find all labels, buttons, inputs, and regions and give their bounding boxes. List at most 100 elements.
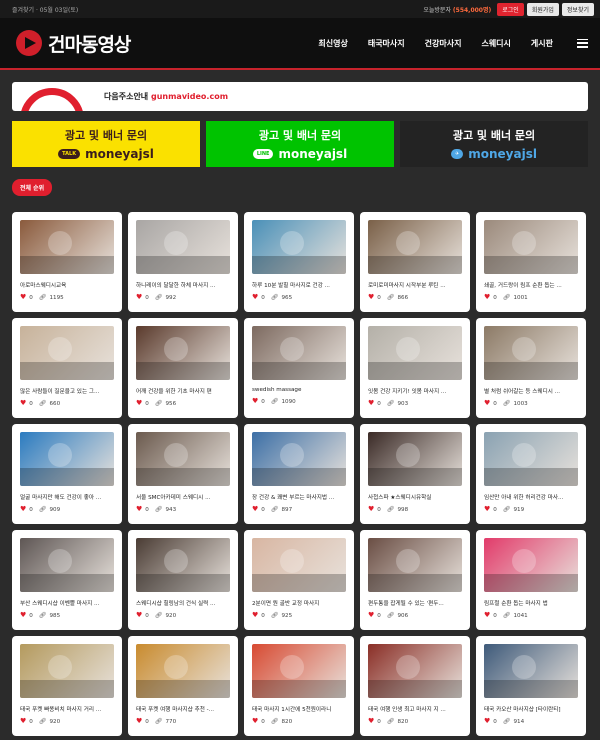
video-title[interactable]: 어깨 건강을 위한 기초 마사지 편: [136, 387, 230, 395]
telegram-ad-banner[interactable]: 광고 및 배너 문의 ✈ moneyajsl: [400, 121, 588, 167]
video-card[interactable]: 로미로미마사지 시작부분 루틴 ... ♥ 0 🔗︎ 866: [360, 212, 470, 312]
video-title[interactable]: 태국 푸켓 빠똥비치 마사지 거리 ...: [20, 705, 114, 713]
video-title[interactable]: 아로마스웨디시교육: [20, 281, 114, 289]
video-thumbnail[interactable]: [20, 432, 114, 486]
video-thumbnail[interactable]: [136, 432, 230, 486]
video-thumbnail[interactable]: [484, 220, 578, 274]
video-title[interactable]: 로미로미마사지 시작부분 루틴 ...: [368, 281, 462, 289]
video-thumbnail[interactable]: [136, 326, 230, 380]
video-title[interactable]: 쇄골, 거드랑이 림프 순환 돕는 ...: [484, 281, 578, 289]
nav-item-latest[interactable]: 최신영상: [318, 38, 347, 49]
video-card[interactable]: 태국 카오산 마사지샵 [타이란티] ♥ 0 🔗︎ 914: [476, 636, 586, 736]
video-thumbnail[interactable]: [368, 432, 462, 486]
video-card[interactable]: 태국 여행 인생 최고 마사지 지 ... ♥ 0 🔗︎ 820: [360, 636, 470, 736]
notice-url[interactable]: gunmavideo.com: [151, 92, 228, 101]
video-title[interactable]: swedish massage: [252, 387, 346, 393]
video-card[interactable]: 잇몸 건강 지키기! 잇몸 마사지 ... ♥ 0 🔗︎ 903: [360, 318, 470, 418]
nav-item-swedish[interactable]: 스웨디시: [481, 38, 510, 49]
video-card[interactable]: 스웨디시샵 힐링남의 건식 실력 ... ♥ 0 🔗︎ 920: [128, 530, 238, 630]
video-card[interactable]: 아로마스웨디시교육 ♥ 0 🔗︎ 1195: [12, 212, 122, 312]
video-title[interactable]: 태국 카오산 마사지샵 [타이란티]: [484, 705, 578, 713]
video-thumbnail[interactable]: [368, 644, 462, 698]
ranking-tab[interactable]: 전체 순위: [12, 179, 53, 196]
video-title[interactable]: 하니레이의 달달한 하체 마사지 ...: [136, 281, 230, 289]
video-card[interactable]: 임산만 아내 위한 허리건강 마사... ♥ 0 🔗︎ 919: [476, 424, 586, 524]
like-count: 0: [29, 612, 33, 619]
video-card[interactable]: 얼굴 마사지만 해도 건강이 좋아 ... ♥ 0 🔗︎ 909: [12, 424, 122, 524]
video-card[interactable]: 사첩스파 ★스웨디시유학실 ♥ 0 🔗︎ 998: [360, 424, 470, 524]
video-card[interactable]: 2분이면 뭔 골반 교정 마사지 ♥ 0 🔗︎ 925: [244, 530, 354, 630]
video-stats: ♥ 0 🔗︎ 1090: [252, 398, 346, 406]
video-title[interactable]: 별 처럼 쉬어갈는 등 스웨디시 ...: [484, 387, 578, 395]
video-title[interactable]: 잇몸 건강 지키기! 잇몸 마사지 ...: [368, 387, 462, 395]
video-thumbnail[interactable]: [20, 220, 114, 274]
video-title[interactable]: 태국 마사지 1시간에 5천원이라니: [252, 705, 346, 713]
video-title[interactable]: 2분이면 뭔 골반 교정 마사지: [252, 599, 346, 607]
video-card[interactable]: 태국 마사지 1시간에 5천원이라니 ♥ 0 🔗︎ 820: [244, 636, 354, 736]
video-thumbnail[interactable]: [136, 538, 230, 592]
video-card[interactable]: 부산 스웨디시샵 이벤쁠 마사지 ... ♥ 0 🔗︎ 985: [12, 530, 122, 630]
video-thumbnail[interactable]: [368, 326, 462, 380]
nav-item-board[interactable]: 게시판: [531, 38, 553, 49]
banner-id: moneyajsl: [468, 147, 537, 161]
video-thumbnail[interactable]: [136, 220, 230, 274]
video-title[interactable]: 부산 스웨디시샵 이벤쁠 마사지 ...: [20, 599, 114, 607]
video-thumbnail[interactable]: [20, 644, 114, 698]
video-thumbnail[interactable]: [252, 326, 346, 380]
address-notice[interactable]: 다음주소안내 gunmavideo.com: [12, 82, 588, 111]
view-count: 1195: [49, 294, 64, 301]
video-card[interactable]: 어깨 건강을 위한 기초 마사지 편 ♥ 0 🔗︎ 956: [128, 318, 238, 418]
video-title[interactable]: 스웨디시샵 힐링남의 건식 실력 ...: [136, 599, 230, 607]
kakao-ad-banner[interactable]: 광고 및 배너 문의 TALK moneyajsl: [12, 121, 200, 167]
video-title[interactable]: 많은 사람들이 질문을고 있는 그...: [20, 387, 114, 395]
video-thumbnail[interactable]: [20, 326, 114, 380]
video-card[interactable]: 림프절 순환 돕는 마사지 법 ♥ 0 🔗︎ 1041: [476, 530, 586, 630]
video-thumbnail[interactable]: [252, 644, 346, 698]
video-thumbnail[interactable]: [252, 220, 346, 274]
heart-icon: ♥: [484, 399, 491, 407]
video-card[interactable]: 하루 10분 발힐 마사지로 건강 ... ♥ 0 🔗︎ 965: [244, 212, 354, 312]
link-icon: 🔗︎: [270, 612, 279, 619]
heart-icon: ♥: [136, 505, 143, 513]
video-title[interactable]: 사첩스파 ★스웨디시유학실: [368, 493, 462, 501]
find-info-button[interactable]: 정보찾기: [561, 2, 594, 16]
video-title[interactable]: 하루 10분 발힐 마사지로 건강 ...: [252, 281, 346, 289]
video-thumbnail[interactable]: [484, 538, 578, 592]
nav-item-health-massage[interactable]: 건강마사지: [425, 38, 462, 49]
video-thumbnail[interactable]: [252, 538, 346, 592]
site-logo[interactable]: 건마동영상: [16, 30, 131, 57]
video-stats: ♥ 0 🔗︎ 943: [136, 505, 230, 514]
video-thumbnail[interactable]: [368, 220, 462, 274]
video-thumbnail[interactable]: [20, 538, 114, 592]
video-title[interactable]: 임산만 아내 위한 허리건강 마사...: [484, 493, 578, 501]
video-card[interactable]: 쇄골, 거드랑이 림프 순환 돕는 ... ♥ 0 🔗︎ 1001: [476, 212, 586, 312]
video-thumbnail[interactable]: [484, 432, 578, 486]
video-card[interactable]: 태국 푸켓 여행 마사지샵 추천 -... ♥ 0 🔗︎ 770: [128, 636, 238, 736]
video-title[interactable]: 태국 푸켓 여행 마사지샵 추천 -...: [136, 705, 230, 713]
video-card[interactable]: 서울 SMC아카데미 스웨디시 ... ♥ 0 🔗︎ 943: [128, 424, 238, 524]
video-title[interactable]: 얼굴 마사지만 해도 건강이 좋아 ...: [20, 493, 114, 501]
video-card[interactable]: 많은 사람들이 질문을고 있는 그... ♥ 0 🔗︎ 660: [12, 318, 122, 418]
video-thumbnail[interactable]: [368, 538, 462, 592]
login-button[interactable]: 로그인: [497, 2, 524, 16]
video-title[interactable]: 편두통을 잡게될 수 있는 '편두...: [368, 599, 462, 607]
join-button[interactable]: 회원가입: [526, 2, 559, 16]
video-card[interactable]: 편두통을 잡게될 수 있는 '편두... ♥ 0 🔗︎ 906: [360, 530, 470, 630]
video-title[interactable]: 태국 여행 인생 최고 마사지 지 ...: [368, 705, 462, 713]
menu-icon[interactable]: [577, 38, 588, 48]
video-thumbnail[interactable]: [136, 644, 230, 698]
video-card[interactable]: 장 건강 & 쾌변 부르는 마사지법 ... ♥ 0 🔗︎ 897: [244, 424, 354, 524]
main-nav: 최신영상 태국마사지 건강마사지 스웨디시 게시판: [318, 38, 588, 49]
video-card[interactable]: 별 처럼 쉬어갈는 등 스웨디시 ... ♥ 0 🔗︎ 1003: [476, 318, 586, 418]
video-thumbnail[interactable]: [484, 326, 578, 380]
video-title[interactable]: 림프절 순환 돕는 마사지 법: [484, 599, 578, 607]
video-card[interactable]: swedish massage ♥ 0 🔗︎ 1090: [244, 318, 354, 418]
video-title[interactable]: 서울 SMC아카데미 스웨디시 ...: [136, 493, 230, 501]
nav-item-thai-massage[interactable]: 태국마사지: [368, 38, 405, 49]
video-thumbnail[interactable]: [252, 432, 346, 486]
video-title[interactable]: 장 건강 & 쾌변 부르는 마사지법 ...: [252, 493, 346, 501]
line-ad-banner[interactable]: 광고 및 배너 문의 LINE moneyajsl: [206, 121, 394, 167]
video-card[interactable]: 하니레이의 달달한 하체 마사지 ... ♥ 0 🔗︎ 992: [128, 212, 238, 312]
video-thumbnail[interactable]: [484, 644, 578, 698]
video-card[interactable]: 태국 푸켓 빠똥비치 마사지 거리 ... ♥ 0 🔗︎ 920: [12, 636, 122, 736]
